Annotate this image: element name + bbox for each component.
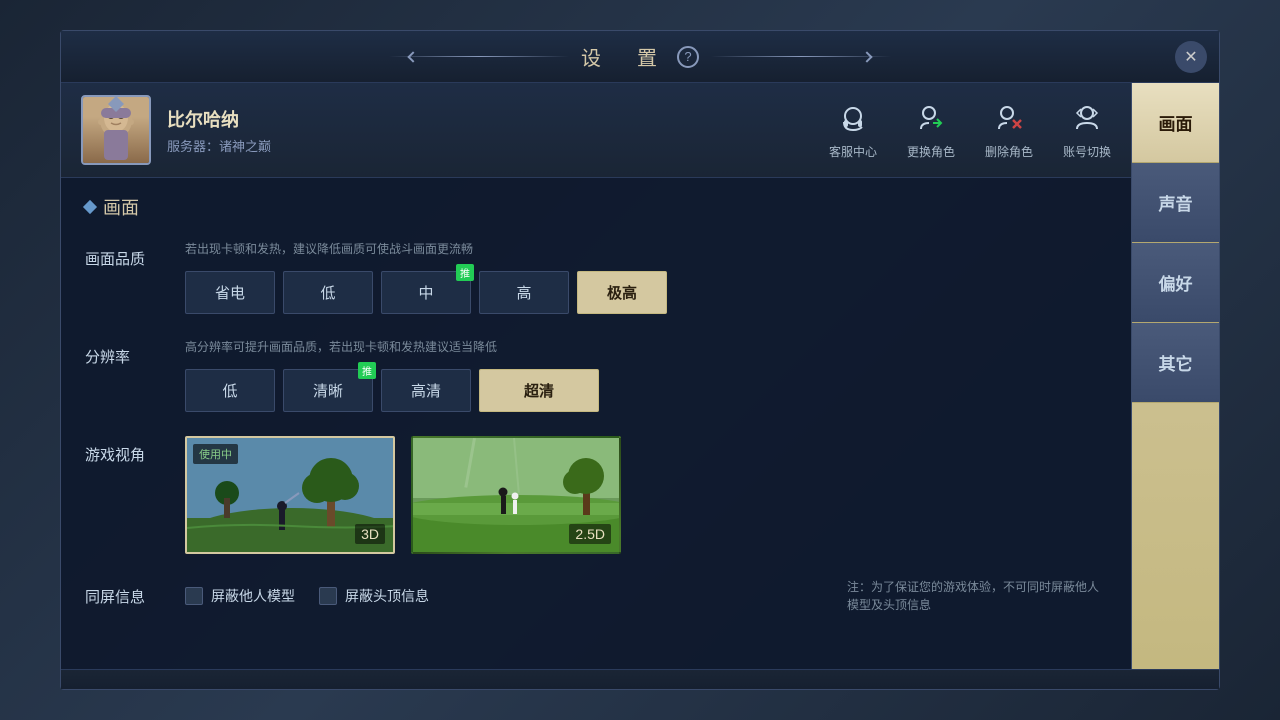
title-line-left	[389, 56, 569, 57]
tab-display[interactable]: 画面	[1132, 83, 1219, 163]
change-character-button[interactable]: 更换角色	[907, 101, 955, 160]
hide-models-label: 屏蔽他人模型	[211, 586, 295, 606]
switch-account-icon	[1069, 101, 1105, 137]
view-2d-option[interactable]: 2.5D	[411, 436, 621, 554]
profile-name: 比尔哈纳	[167, 106, 271, 132]
resolution-hint: 高分辨率可提升画面品质，若出现卡顿和发热建议适当降低	[185, 338, 1107, 355]
resolution-clear-button[interactable]: 清晰 推	[283, 369, 373, 412]
title-line-right	[711, 56, 891, 57]
avatar-container	[81, 95, 151, 165]
settings-content: 画面 画面品质 若出现卡顿和发热，建议降低画质可使战斗画面更流畅 省电 低 中 …	[61, 178, 1131, 669]
profile-header: 比尔哈纳 服务器：诸神之巅 客服中心	[61, 83, 1131, 178]
main-area: 比尔哈纳 服务器：诸神之巅 客服中心	[61, 83, 1219, 669]
profile-actions: 客服中心 更换角色	[829, 101, 1111, 160]
thumbnail-group: 使用中 3D	[185, 436, 1107, 554]
quality-setting-row: 画面品质 若出现卡顿和发热，建议降低画质可使战斗画面更流畅 省电 低 中 推 高…	[85, 240, 1107, 314]
content-area: 比尔哈纳 服务器：诸神之巅 客服中心	[61, 83, 1131, 669]
profile-server: 服务器：诸神之巅	[167, 136, 271, 155]
help-icon[interactable]: ?	[677, 46, 699, 68]
delete-character-button[interactable]: 删除角色	[985, 101, 1033, 160]
tab-other[interactable]: 其它	[1132, 323, 1219, 403]
quality-low-button[interactable]: 低	[283, 271, 373, 314]
bottom-bar	[61, 669, 1219, 689]
resolution-label: 分辨率	[85, 338, 165, 367]
quality-controls: 若出现卡顿和发热，建议降低画质可使战斗画面更流畅 省电 低 中 推 高 极高	[185, 240, 1107, 314]
same-screen-label: 同屏信息	[85, 578, 165, 607]
tab-sound[interactable]: 声音	[1132, 163, 1219, 243]
hide-info-box	[319, 587, 337, 605]
checkbox-row: 屏蔽他人模型 屏蔽头顶信息 注：为了保证您的游戏体验，不可同时屏蔽他人模型及头顶…	[185, 578, 1107, 614]
hide-models-checkbox[interactable]: 屏蔽他人模型	[185, 586, 295, 606]
resolution-button-group: 低 清晰 推 高清 超清	[185, 369, 1107, 412]
customer-service-button[interactable]: 客服中心	[829, 101, 877, 160]
title-decoration: 设 置 ?	[389, 42, 891, 71]
view-3d-thumbnail: 使用中 3D	[185, 436, 395, 554]
view-3d-option[interactable]: 使用中 3D	[185, 436, 395, 554]
view-2d-thumbnail: 2.5D	[411, 436, 621, 554]
same-screen-controls: 屏蔽他人模型 屏蔽头顶信息 注：为了保证您的游戏体验，不可同时屏蔽他人模型及头顶…	[185, 578, 1107, 614]
sidebar-tabs: 画面 声音 偏好 其它	[1131, 83, 1219, 669]
view-2d-label: 2.5D	[569, 524, 611, 544]
same-screen-row: 同屏信息 屏蔽他人模型 屏蔽头顶信息 注：为了保证您的游戏体验，不可同时	[85, 578, 1107, 614]
resolution-low-button[interactable]: 低	[185, 369, 275, 412]
modal-title: 设 置	[581, 42, 665, 71]
resolution-controls: 高分辨率可提升画面品质，若出现卡顿和发热建议适当降低 低 清晰 推 高清 超清	[185, 338, 1107, 412]
change-character-icon	[913, 101, 949, 137]
quality-medium-badge: 推	[456, 264, 474, 281]
quality-hint: 若出现卡顿和发热，建议降低画质可使战斗画面更流畅	[185, 240, 1107, 257]
in-use-badge: 使用中	[193, 444, 238, 464]
quality-button-group: 省电 低 中 推 高 极高	[185, 271, 1107, 314]
quality-ultra-button[interactable]: 极高	[577, 271, 667, 314]
resolution-clear-badge: 推	[358, 362, 376, 379]
customer-service-label: 客服中心	[829, 143, 877, 160]
resolution-setting-row: 分辨率 高分辨率可提升画面品质，若出现卡顿和发热建议适当降低 低 清晰 推 高清…	[85, 338, 1107, 412]
section-title-text: 画面	[103, 194, 139, 220]
resolution-hd-button[interactable]: 高清	[381, 369, 471, 412]
close-button[interactable]: ✕	[1175, 41, 1207, 73]
quality-power-save-button[interactable]: 省电	[185, 271, 275, 314]
title-bar: 设 置 ? ✕	[61, 31, 1219, 83]
same-screen-note: 注：为了保证您的游戏体验，不可同时屏蔽他人模型及头顶信息	[847, 578, 1107, 614]
view-setting-row: 游戏视角	[85, 436, 1107, 554]
hide-info-label: 屏蔽头顶信息	[345, 586, 429, 606]
delete-character-label: 删除角色	[985, 143, 1033, 160]
profile-info: 比尔哈纳 服务器：诸神之巅	[167, 106, 271, 155]
hide-models-box	[185, 587, 203, 605]
view-controls: 使用中 3D	[185, 436, 1107, 554]
settings-modal: 设 置 ? ✕	[60, 30, 1220, 690]
section-diamond-icon	[83, 200, 97, 214]
quality-medium-button[interactable]: 中 推	[381, 271, 471, 314]
switch-account-button[interactable]: 账号切换	[1063, 101, 1111, 160]
tab-preference[interactable]: 偏好	[1132, 243, 1219, 323]
headset-icon	[835, 101, 871, 137]
change-character-label: 更换角色	[907, 143, 955, 160]
view-3d-label: 3D	[355, 524, 385, 544]
switch-account-label: 账号切换	[1063, 143, 1111, 160]
view-label: 游戏视角	[85, 436, 165, 465]
delete-character-icon	[991, 101, 1027, 137]
section-title: 画面	[85, 194, 1107, 220]
resolution-ultra-button[interactable]: 超清	[479, 369, 599, 412]
quality-high-button[interactable]: 高	[479, 271, 569, 314]
quality-label: 画面品质	[85, 240, 165, 269]
hide-info-checkbox[interactable]: 屏蔽头顶信息	[319, 586, 429, 606]
